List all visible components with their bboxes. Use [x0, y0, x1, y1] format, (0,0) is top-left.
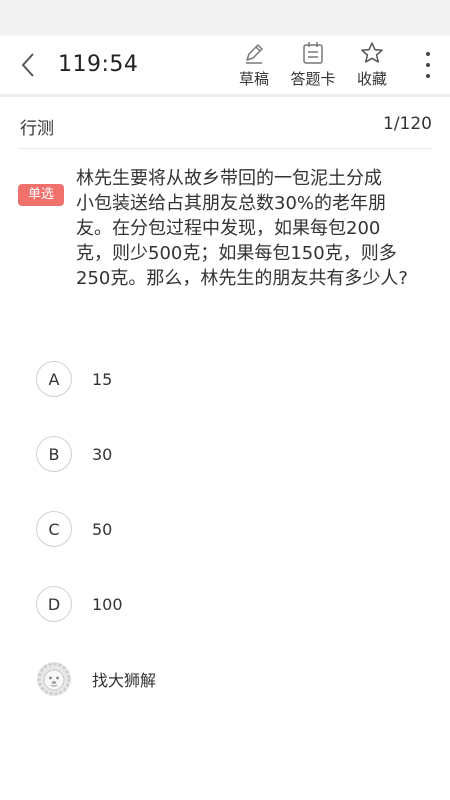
- option-text: 30: [92, 444, 113, 464]
- draft-label: 草稿: [238, 70, 269, 88]
- question-type-badge: 单选: [18, 184, 64, 206]
- option-text: 15: [92, 369, 113, 389]
- question-line: 克，则少500克；如果每包150克，则多: [76, 243, 397, 264]
- more-dot-icon: [426, 52, 430, 56]
- option-d[interactable]: D 100: [36, 584, 416, 624]
- option-text: 50: [92, 519, 113, 539]
- status-bar: [0, 0, 450, 36]
- option-b[interactable]: B 30: [36, 434, 416, 474]
- countdown-timer: 119:54: [58, 52, 139, 77]
- top-toolbar: 119:54 草稿 答题卡 收藏: [0, 36, 450, 94]
- back-button[interactable]: [14, 50, 42, 80]
- chevron-left-icon: [21, 53, 34, 77]
- option-a[interactable]: A 15: [36, 359, 416, 399]
- answer-card-label: 答题卡: [290, 70, 336, 88]
- question-progress: 1/120: [383, 114, 432, 134]
- more-menu-button[interactable]: [418, 52, 438, 78]
- answer-card-button[interactable]: 答题卡: [285, 40, 341, 90]
- more-dot-icon: [426, 63, 430, 67]
- question-line: 友。在分包过程中发现，如果每包200: [76, 218, 381, 239]
- draft-button[interactable]: 草稿: [226, 40, 282, 90]
- option-letter: A: [36, 361, 72, 397]
- favorite-label: 收藏: [356, 70, 387, 88]
- question-line: 林先生要将从故乡带回的一包泥土分成: [76, 168, 382, 189]
- more-dot-icon: [426, 74, 430, 78]
- star-icon: [361, 42, 383, 63]
- header-divider: [0, 94, 450, 97]
- question-stem: 林先生要将从故乡带回的一包泥土分成 小包装送给占其朋友总数30%的老年朋 友。在…: [76, 166, 436, 291]
- question-line: 250克。那么，林先生的朋友共有多少人?: [76, 268, 408, 289]
- pencil-icon: [246, 44, 263, 64]
- option-letter: D: [36, 586, 72, 622]
- subject-name: 行测: [20, 119, 54, 139]
- answer-card-icon: [303, 42, 323, 64]
- ask-lion-button[interactable]: 找大狮解: [36, 659, 416, 699]
- section-divider: [18, 148, 432, 149]
- favorite-button[interactable]: 收藏: [344, 40, 400, 90]
- question-line: 小包装送给占其朋友总数30%的老年朋: [76, 193, 387, 214]
- option-letter: C: [36, 511, 72, 547]
- option-c[interactable]: C 50: [36, 509, 416, 549]
- lion-avatar-icon: [36, 661, 72, 697]
- option-letter: B: [36, 436, 72, 472]
- ask-lion-label: 找大狮解: [92, 671, 157, 690]
- option-text: 100: [92, 594, 123, 614]
